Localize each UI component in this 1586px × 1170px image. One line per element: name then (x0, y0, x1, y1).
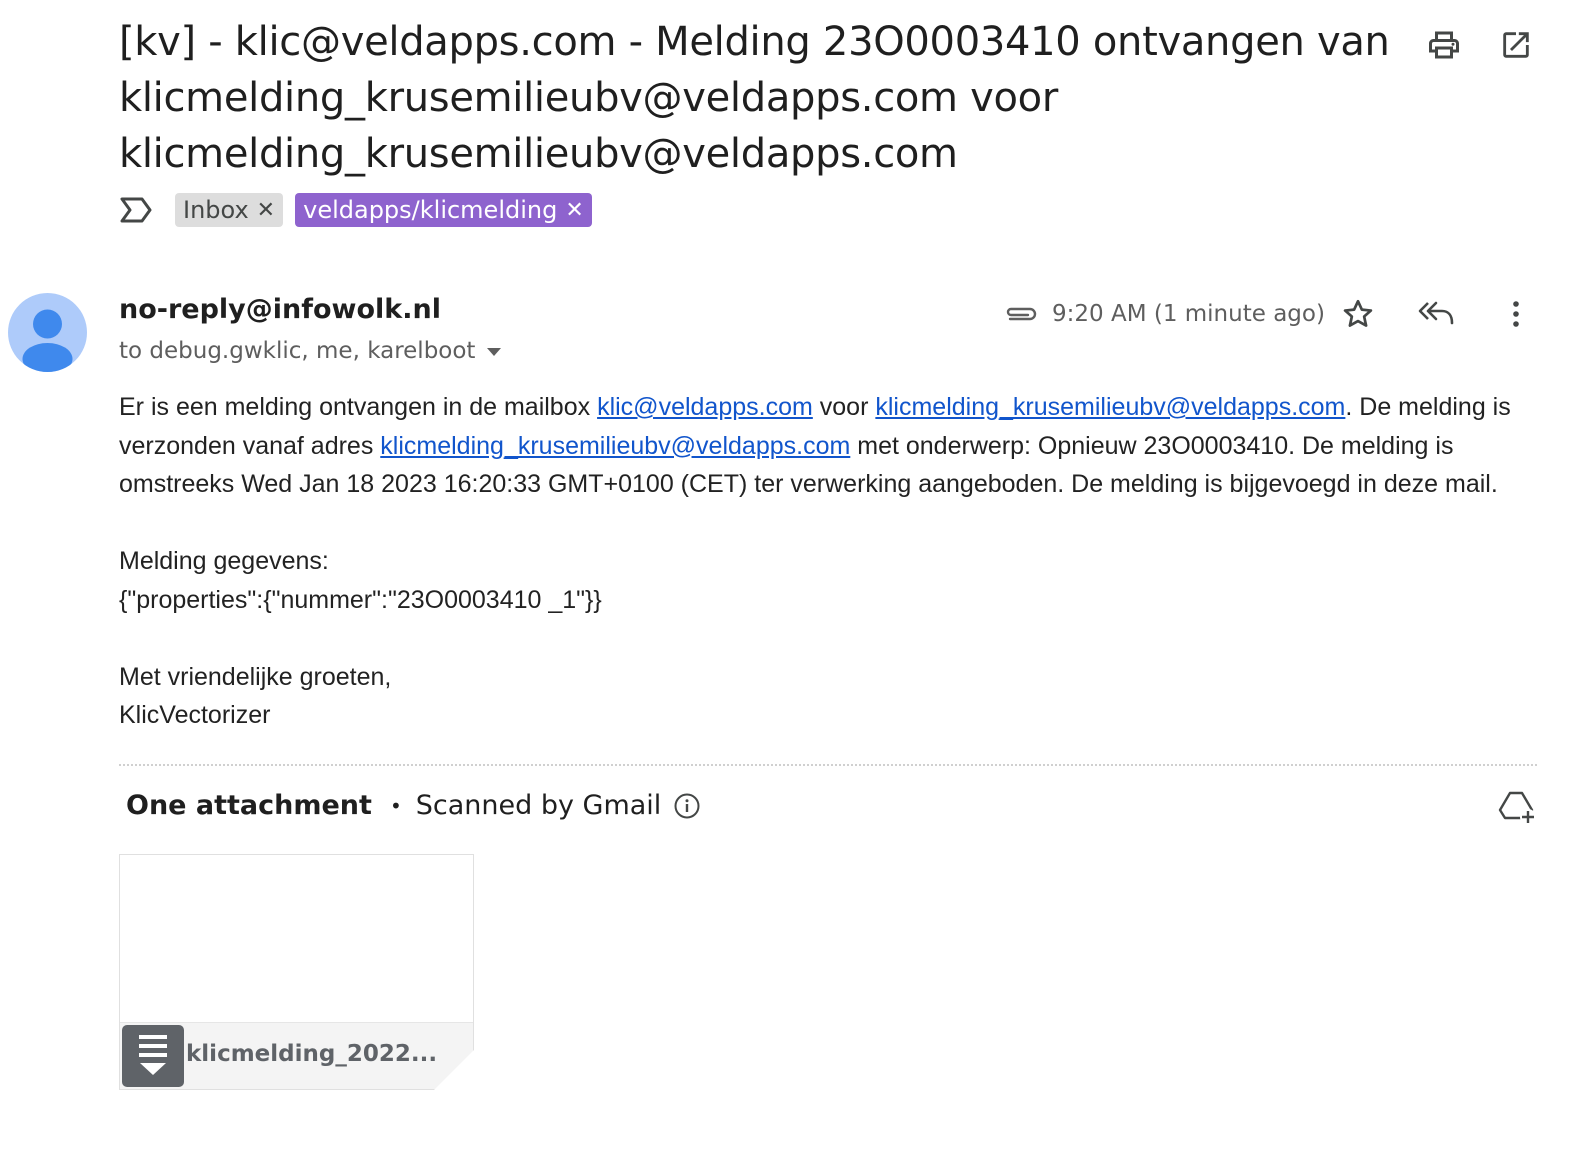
reply-all-icon[interactable] (1418, 296, 1456, 332)
body-line: Met vriendelijke groeten, (119, 662, 392, 691)
person-icon (22, 309, 73, 372)
labels-row: Inbox ✕ veldapps/klicmelding ✕ (119, 192, 592, 228)
email-link[interactable]: klicmelding_krusemilieubv@veldapps.com (380, 432, 850, 460)
label-chip-veldapps-klicmelding[interactable]: veldapps/klicmelding ✕ (295, 193, 592, 227)
label-chip-text: veldapps/klicmelding (303, 196, 558, 224)
info-icon[interactable] (673, 792, 701, 820)
recipients: to debug.gwklic, me, karelboot (119, 338, 503, 364)
attachments-divider (119, 764, 1537, 766)
body-paragraph: Er is een melding ontvangen in de mailbo… (119, 388, 1549, 504)
attachments-count: One attachment (126, 790, 372, 821)
attachment-card[interactable]: klicmelding_2022... (119, 854, 474, 1090)
message-time: 9:20 AM (1 minute ago) (1052, 301, 1325, 327)
file-type-icon (122, 1025, 184, 1087)
important-marker-icon[interactable] (119, 196, 153, 224)
email-link[interactable]: klicmelding_krusemilieubv@veldapps.com (875, 393, 1345, 421)
add-to-drive-icon[interactable] (1497, 790, 1537, 830)
body-line: {"properties":{"nummer":"23O0003410 _1"}… (119, 585, 602, 614)
subject-line-2: klicmelding_krusemilieubv@veldapps.com v… (119, 75, 1058, 121)
email-link[interactable]: klic@veldapps.com (597, 393, 813, 421)
show-details-icon[interactable] (485, 338, 503, 364)
separator-dot: • (389, 793, 402, 818)
label-chip-text: Inbox (183, 196, 249, 224)
body-text: Er is een melding ontvangen in de mailbo… (119, 393, 598, 421)
message-body: Er is een melding ontvangen in de mailbo… (119, 388, 1549, 735)
body-text: voor (812, 393, 876, 421)
sender-address[interactable]: no-reply@infowolk.nl (119, 294, 441, 325)
attachment-indicator-icon (1002, 296, 1038, 332)
star-icon[interactable] (1340, 296, 1376, 332)
more-options-icon[interactable] (1505, 296, 1527, 332)
body-line: KlicVectorizer (119, 701, 271, 729)
remove-label-icon[interactable]: ✕ (257, 198, 275, 223)
body-line: Melding gegevens: (119, 547, 329, 575)
avatar[interactable] (8, 293, 87, 372)
attachment-file-name: klicmelding_2022... (186, 1041, 438, 1067)
remove-label-icon[interactable]: ✕ (565, 198, 583, 223)
scanned-text: Scanned by Gmail (415, 790, 662, 821)
recipients-text: to debug.gwklic, me, karelboot (119, 338, 476, 364)
page-fold-icon (434, 1050, 474, 1090)
label-chip-inbox[interactable]: Inbox ✕ (175, 193, 284, 227)
subject-line-1: [kv] - klic@veldapps.com - Melding 23O00… (119, 19, 1390, 65)
open-in-new-icon[interactable] (1497, 26, 1535, 64)
print-icon[interactable] (1425, 26, 1463, 64)
attachments-header: One attachment • Scanned by Gmail (126, 790, 701, 821)
email-subject: [kv] - klic@veldapps.com - Melding 23O00… (119, 14, 1409, 182)
subject-line-3: klicmelding_krusemilieubv@veldapps.com (119, 131, 958, 177)
